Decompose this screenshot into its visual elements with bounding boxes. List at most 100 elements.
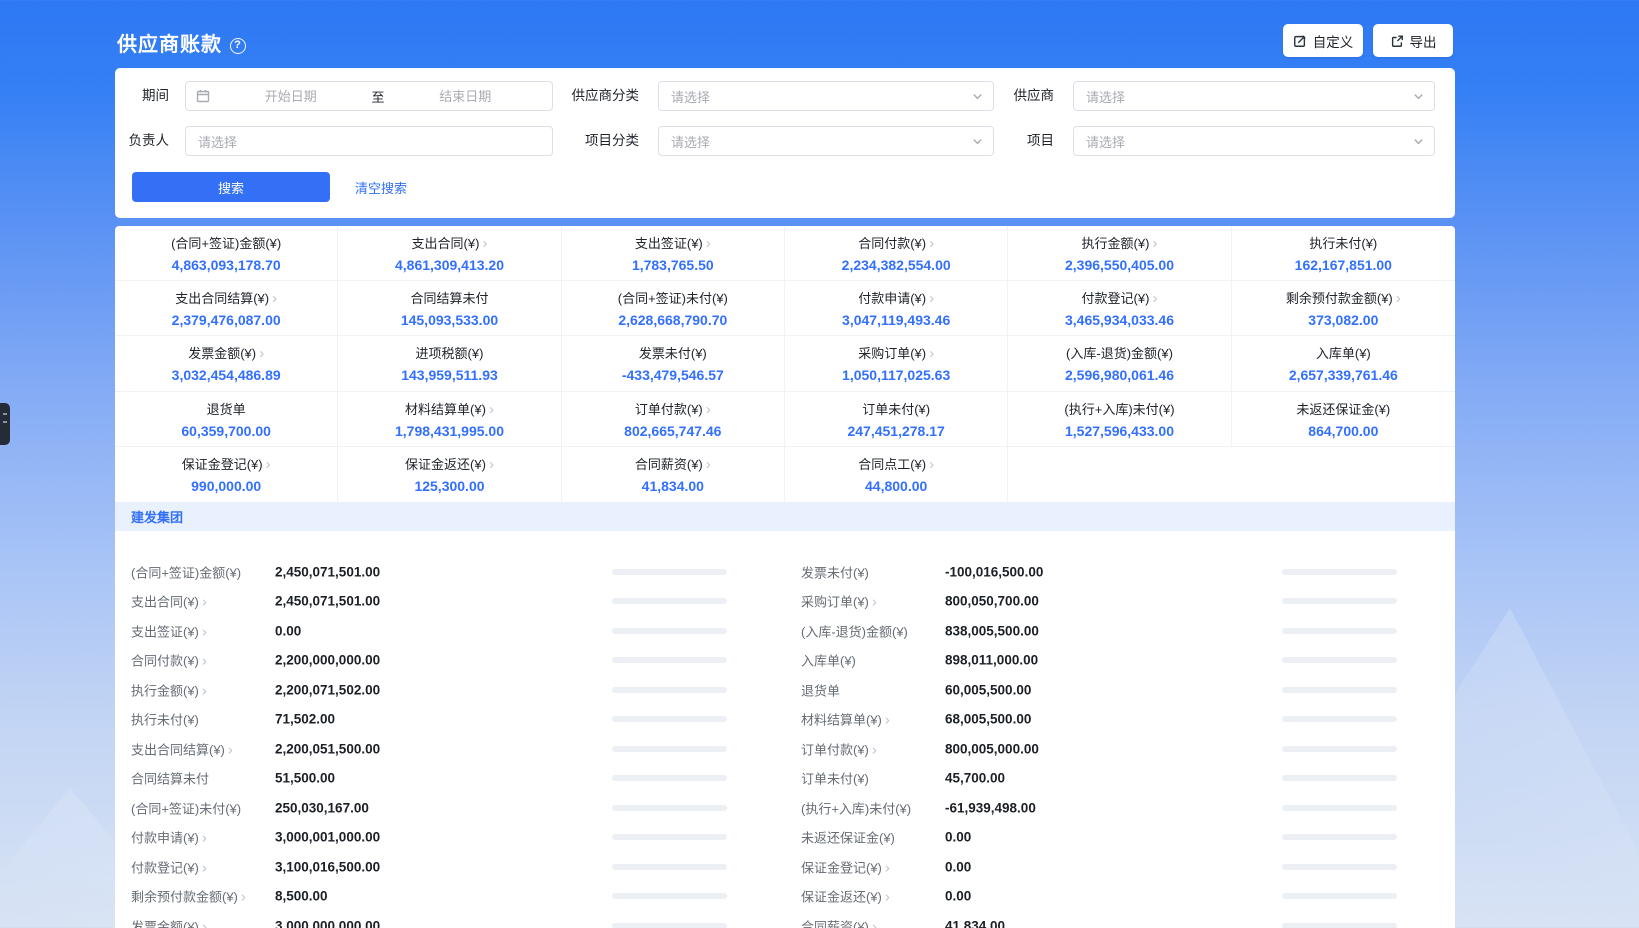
metric-bar-track [612, 805, 727, 811]
metric-label: 合同薪资(¥)› [801, 916, 877, 928]
summary-card-label: 入库单(¥)› [1316, 343, 1371, 362]
summary-card-value: 143,959,511.93 [401, 367, 498, 383]
search-button[interactable]: 搜索 [132, 172, 330, 202]
metric-row[interactable]: 保证金返还(¥)› 0.00 [785, 882, 1455, 912]
metric-row[interactable]: 合同薪资(¥)› 41,834.00 [785, 911, 1455, 928]
metric-row: 发票未付(¥)› -100,016,500.00 [785, 557, 1455, 587]
metric-row[interactable]: 订单付款(¥)› 800,005,000.00 [785, 734, 1455, 764]
export-button[interactable]: 导出 [1373, 24, 1453, 57]
summary-card-label: (入库-退货)金额(¥)› [1066, 343, 1173, 362]
left-drawer-handle[interactable] [0, 403, 10, 445]
company-name[interactable]: 建发集团 [131, 507, 183, 526]
summary-card-label: 剩余预付款金额(¥)› [1286, 288, 1401, 307]
chevron-right-icon: › [272, 290, 277, 307]
supplier-select[interactable]: 请选择 [1073, 81, 1435, 111]
summary-card[interactable]: 保证金返还(¥)› 125,300.00 [338, 447, 561, 502]
company-metrics: (合同+签证)金额(¥)› 2,450,071,501.00 支出合同(¥)› … [115, 531, 1455, 928]
metric-row[interactable]: 剩余预付款金额(¥)› 8,500.00 [115, 882, 785, 912]
metric-row[interactable]: 采购订单(¥)› 800,050,700.00 [785, 587, 1455, 617]
metric-row[interactable]: 材料结算单(¥)› 68,005,500.00 [785, 705, 1455, 735]
metric-row[interactable]: 支出签证(¥)› 0.00 [115, 616, 785, 646]
customize-button-label: 自定义 [1313, 31, 1354, 51]
summary-card-label: 采购订单(¥)› [858, 343, 934, 362]
company-section-header: 建发集团 [115, 502, 1455, 531]
summary-card[interactable]: 付款申请(¥)› 3,047,119,493.46 [785, 281, 1008, 336]
summary-card[interactable]: 合同薪资(¥)› 41,834.00 [562, 447, 785, 502]
summary-card-value: 4,863,093,178.70 [172, 257, 281, 273]
chevron-right-icon: › [929, 345, 934, 362]
metric-row[interactable]: 合同付款(¥)› 2,200,000,000.00 [115, 646, 785, 676]
summary-card-value: 3,032,454,486.89 [172, 367, 281, 383]
summary-card-label: 材料结算单(¥)› [405, 399, 494, 418]
project-select[interactable]: 请选择 [1073, 126, 1435, 156]
metric-bar-track [1282, 923, 1397, 928]
summary-card[interactable]: 材料结算单(¥)› 1,798,431,995.00 [338, 392, 561, 447]
summary-card[interactable]: 采购订单(¥)› 1,050,117,025.63 [785, 336, 1008, 391]
metric-value: 2,450,071,501.00 [275, 564, 380, 579]
summary-card[interactable]: 订单付款(¥)› 802,665,747.46 [562, 392, 785, 447]
chevron-right-icon: › [202, 653, 207, 670]
summary-card: 未返还保证金(¥)› 864,700.00 [1232, 392, 1455, 447]
summary-card: 入库单(¥)› 2,657,339,761.46 [1232, 336, 1455, 391]
metric-row: 执行未付(¥)› 71,502.00 [115, 705, 785, 735]
start-date-input[interactable] [214, 89, 368, 104]
metric-row[interactable]: 支出合同(¥)› 2,450,071,501.00 [115, 587, 785, 617]
chevron-right-icon: › [266, 456, 271, 473]
summary-card-label: 未返还保证金(¥)› [1296, 399, 1390, 418]
chevron-right-icon: › [259, 345, 264, 362]
metric-value: -100,016,500.00 [945, 564, 1043, 579]
summary-card-value: 864,700.00 [1308, 423, 1378, 439]
project-placeholder: 请选择 [1086, 132, 1125, 151]
metric-row[interactable]: 付款申请(¥)› 3,000,001,000.00 [115, 823, 785, 853]
summary-card-value: 802,665,747.46 [624, 423, 721, 439]
summary-card[interactable]: 剩余预付款金额(¥)› 373,082.00 [1232, 281, 1455, 336]
metric-row[interactable]: 支出合同结算(¥)› 2,200,051,500.00 [115, 734, 785, 764]
metric-bar-track [1282, 805, 1397, 811]
metric-row[interactable]: 付款登记(¥)› 3,100,016,500.00 [115, 852, 785, 882]
metric-row: (执行+入库)未付(¥)› -61,939,498.00 [785, 793, 1455, 823]
metric-row: (入库-退货)金额(¥)› 838,005,500.00 [785, 616, 1455, 646]
summary-card[interactable]: 合同点工(¥)› 44,800.00 [785, 447, 1008, 502]
summary-card-label: 支出合同结算(¥)› [175, 288, 277, 307]
summary-card[interactable]: 合同付款(¥)› 2,234,382,554.00 [785, 226, 1008, 281]
metric-bar-track [1282, 598, 1397, 604]
chevron-down-icon [1413, 91, 1424, 102]
summary-card[interactable]: 支出签证(¥)› 1,783,765.50 [562, 226, 785, 281]
summary-card: 发票未付(¥)› -433,479,546.57 [562, 336, 785, 391]
help-icon[interactable]: ? [230, 38, 246, 54]
summary-card[interactable]: 发票金额(¥)› 3,032,454,486.89 [115, 336, 338, 391]
metric-row: 未返还保证金(¥)› 0.00 [785, 823, 1455, 853]
summary-card-label: 发票未付(¥)› [639, 343, 707, 362]
chevron-right-icon: › [482, 235, 487, 252]
metric-value: 0.00 [945, 830, 971, 845]
metric-bar-track [1282, 746, 1397, 752]
summary-card[interactable]: 执行金额(¥)› 2,396,550,405.00 [1008, 226, 1231, 281]
metric-row: (合同+签证)未付(¥)› 250,030,167.00 [115, 793, 785, 823]
manager-label: 负责人 [115, 126, 178, 156]
metric-bar-track [1282, 657, 1397, 663]
metric-bar-track [612, 657, 727, 663]
metric-label: 保证金登记(¥)› [801, 857, 890, 876]
clear-search-link[interactable]: 清空搜索 [355, 178, 407, 197]
summary-card-label: 保证金返还(¥)› [405, 454, 494, 473]
chevron-right-icon: › [202, 830, 207, 847]
summary-card[interactable]: 支出合同结算(¥)› 2,379,476,087.00 [115, 281, 338, 336]
summary-card[interactable]: 付款登记(¥)› 3,465,934,033.46 [1008, 281, 1231, 336]
metric-row[interactable]: 执行金额(¥)› 2,200,071,502.00 [115, 675, 785, 705]
summary-card-value: 3,465,934,033.46 [1065, 312, 1174, 328]
metric-value: 3,100,016,500.00 [275, 859, 380, 874]
metric-label: 入库单(¥)› [801, 651, 856, 670]
metric-value: 41,834.00 [945, 918, 1005, 928]
metric-label: (入库-退货)金额(¥)› [801, 621, 908, 640]
summary-card-label: 付款申请(¥)› [858, 288, 934, 307]
supplier-category-placeholder: 请选择 [671, 87, 710, 106]
summary-card: (执行+入库)未付(¥)› 1,527,596,433.00 [1008, 392, 1231, 447]
metric-row[interactable]: 保证金登记(¥)› 0.00 [785, 852, 1455, 882]
metric-value: 0.00 [945, 859, 971, 874]
summary-card[interactable]: 支出合同(¥)› 4,861,309,413.20 [338, 226, 561, 281]
summary-card[interactable]: 保证金登记(¥)› 990,000.00 [115, 447, 338, 502]
customize-button[interactable]: 自定义 [1283, 24, 1363, 57]
chevron-right-icon: › [929, 235, 934, 252]
metric-row[interactable]: 发票金额(¥)› 3,000,000,000.00 [115, 911, 785, 928]
summary-card-label: (合同+签证)未付(¥)› [618, 288, 728, 307]
